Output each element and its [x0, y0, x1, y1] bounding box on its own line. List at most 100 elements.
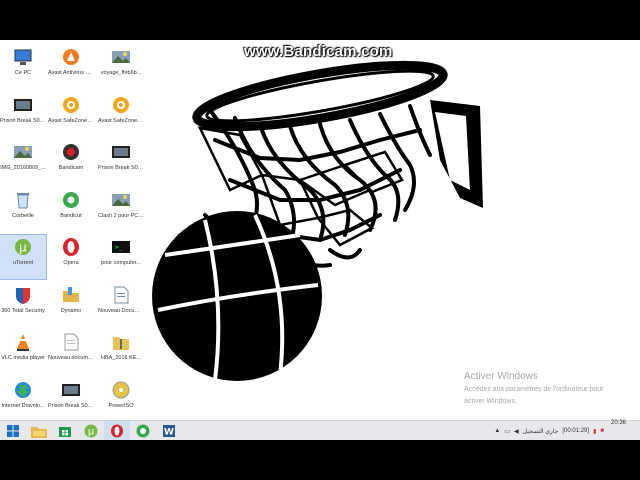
document-icon: [111, 285, 131, 305]
start-button[interactable]: [0, 421, 26, 441]
bandicut-icon: [136, 424, 150, 438]
desktop-icon[interactable]: PowerISO: [98, 378, 144, 421]
desktop: www.Bandicam.com Ce PC Avast Antivirus Gr…: [0, 40, 640, 420]
desktop-icon-label: Prison Break S03E08 FRTV...: [0, 117, 46, 124]
word-button[interactable]: W: [156, 421, 182, 441]
desktop-icon-label: Nouveau Document Mi...: [98, 307, 144, 314]
utorrent-button[interactable]: µ: [78, 421, 104, 441]
desktop-icon-label: Clash 2 pour PC HD: [98, 212, 144, 219]
desktop-icon-label: PowerISO: [108, 402, 134, 409]
desktop-icon[interactable]: HBA_2016 KE...: [98, 330, 144, 374]
desktop-icon-label: Corbeille: [12, 212, 34, 219]
activate-windows-notice: Activer Windows Accédez aux paramètres d…: [464, 371, 603, 406]
desktop-icon[interactable]: Nouveau Document Mi...: [98, 283, 144, 327]
desktop-icon[interactable]: Opera: [48, 235, 94, 279]
desktop-icon-label: Bandicam: [58, 165, 84, 171]
desktop-icon[interactable]: Nouveau document texte: [48, 330, 94, 374]
desktop-icon[interactable]: Clash 2 pour PC HD: [98, 188, 144, 232]
recycle-bin-icon: [13, 190, 33, 210]
bandicam-watermark: www.Bandicam.com: [244, 43, 393, 60]
desktop-icon-label: HBA_2016 KE...: [100, 355, 142, 361]
desktop-icon[interactable]: voyage_ffeb6b...: [98, 45, 144, 89]
desktop-icon[interactable]: Avast SafeZone Browser: [48, 93, 94, 137]
tray-chevron-icon[interactable]: ▲: [494, 428, 500, 434]
desktop-icon-label: voyage_ffeb6b...: [100, 70, 142, 76]
opera-icon: [61, 237, 81, 257]
media-file-icon: [61, 380, 81, 400]
letterbox-bottom: [0, 440, 640, 480]
image-file-icon: [13, 142, 33, 162]
desktop-icon-label: Avast SafeZone Browser: [48, 117, 94, 124]
poweriso-icon: [111, 380, 131, 400]
utorrent-icon: µ: [13, 237, 33, 257]
desktop-icon-label: Prison Break S02E03 FRTV...: [98, 165, 144, 171]
desktop-icon[interactable]: Prison Break S03E08 FRTV...: [0, 93, 46, 137]
recording-timer: [00:01:29]: [562, 428, 590, 434]
zip-folder-icon: [111, 332, 131, 352]
desktop-icon-label: Avast SafeZone Browser: [98, 117, 144, 124]
desktop-icon-label: uTorrent: [12, 260, 34, 266]
desktop-icon[interactable]: µ uTorrent: [0, 234, 47, 280]
desktop-icon[interactable]: Dynamo: [48, 283, 94, 327]
desktop-icon[interactable]: IMG_20160809_...: [0, 140, 46, 184]
bandicam-icon: [61, 142, 81, 162]
activate-title: Activer Windows: [464, 371, 538, 382]
opera-icon: [111, 424, 123, 438]
desktop-icon-label: Dynamo: [60, 307, 82, 314]
desktop-icon-label: Prison Break S02E03 FRTV...: [48, 402, 94, 409]
security-icon: [13, 285, 33, 305]
taskbar-clock[interactable]: 20:36: [611, 420, 626, 426]
desktop-icon[interactable]: Prison Break S02E03 FRTV...: [98, 140, 144, 184]
desktop-icon-label: Opera: [63, 260, 79, 266]
desktop-icon-label: pour computer...: [101, 260, 141, 266]
bandicut-icon: [61, 190, 81, 210]
desktop-icon-label: VLC media player: [1, 355, 45, 361]
word-icon: W: [163, 425, 175, 438]
desktop-icon[interactable]: >_pour computer...: [98, 235, 144, 279]
image-file-icon: [111, 190, 131, 210]
text-document-icon: [61, 332, 81, 352]
desktop-icon[interactable]: Avast SafeZone Browser: [98, 93, 144, 137]
pc-icon: [13, 47, 33, 67]
safezone-icon: [61, 95, 81, 115]
svg-text:>_: >_: [115, 244, 123, 251]
desktop-icon-label: Bandicut: [60, 212, 82, 219]
media-file-icon: [13, 95, 33, 115]
tray-volume-icon[interactable]: ◀: [514, 428, 519, 435]
svg-text:µ: µ: [88, 427, 95, 438]
bandicut-button[interactable]: [130, 421, 156, 441]
activate-line-2: activer Windows.: [464, 398, 517, 405]
taskbar: µ W ▲ ▭ ◀ جاري التسجيل [00:01:29] ▮ ■: [0, 420, 640, 441]
media-file-icon: [111, 142, 131, 162]
utorrent-icon: µ: [84, 424, 98, 438]
activate-line-1: Accédez aux paramètres de l'ordinateur p…: [464, 386, 604, 393]
desktop-icon[interactable]: Corbeille: [0, 188, 46, 232]
tray-network-icon[interactable]: ▭: [504, 428, 510, 435]
desktop-icon-label: Ce PC: [14, 70, 32, 76]
desktop-icon[interactable]: 360 Total Security: [0, 283, 46, 327]
image-file-icon: [111, 47, 131, 67]
svg-text:µ: µ: [19, 241, 27, 255]
desktop-icon[interactable]: Prison Break S02E03 FRTV...: [48, 378, 94, 421]
basketball-hoop-wallpaper: [152, 60, 483, 381]
avast-icon: [61, 47, 81, 67]
svg-text:W: W: [164, 428, 174, 438]
desktop-icon[interactable]: Ce PC: [0, 45, 46, 89]
file-explorer-button[interactable]: [26, 421, 52, 441]
record-pause-icon[interactable]: ▮: [593, 428, 596, 435]
desktop-icon-label: 360 Total Security: [1, 307, 45, 314]
desktop-icon[interactable]: Avast Antivirus Gratuit: [48, 45, 94, 89]
folder-icon: [61, 285, 81, 305]
desktop-icon-label: IMG_20160809_...: [0, 165, 46, 171]
file-explorer-icon: [31, 426, 47, 438]
desktop-icon[interactable]: VLC media player: [0, 330, 46, 374]
desktop-icon[interactable]: Bandicam: [48, 140, 94, 184]
opera-button[interactable]: [104, 421, 130, 441]
recording-status: جاري التسجيل: [522, 428, 559, 435]
desktop-icon[interactable]: Bandicut: [48, 188, 94, 232]
store-icon: [59, 427, 71, 437]
desktop-icon-label: Internet Downlo...: [1, 402, 45, 409]
desktop-icon[interactable]: Internet Downlo...: [0, 378, 46, 421]
record-stop-icon[interactable]: ■: [600, 428, 604, 434]
store-button[interactable]: [52, 421, 78, 441]
